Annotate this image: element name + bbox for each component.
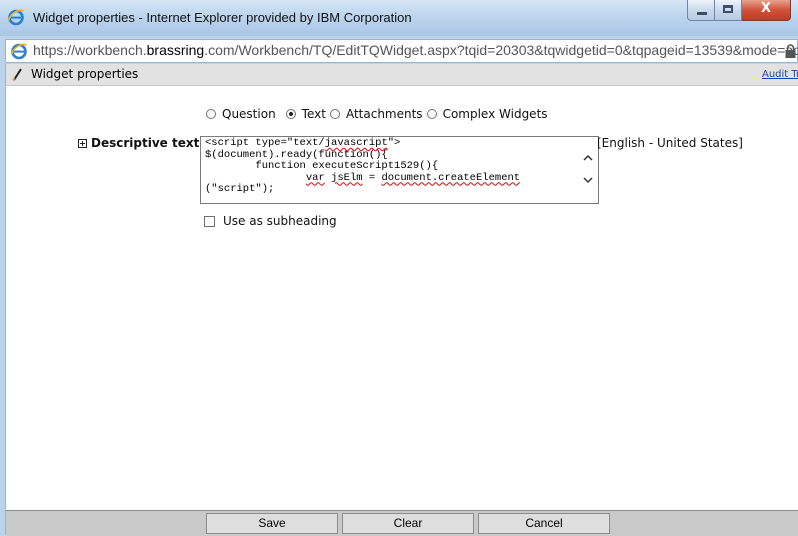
descriptive-text-input[interactable]: <script type="text/javascript"> $(documen… (200, 136, 599, 204)
maximize-icon (723, 5, 733, 13)
descriptive-text-content: <script type="text/javascript"> $(documen… (205, 137, 520, 196)
code-line: <script type="text/javascript"> (205, 137, 401, 149)
use-as-subheading[interactable]: Use as subheading (204, 214, 337, 228)
save-button[interactable]: Save (206, 513, 338, 534)
ie-logo-icon (10, 43, 27, 60)
radio-button[interactable] (206, 109, 216, 119)
window-title: Widget properties - Internet Explorer pr… (33, 10, 412, 25)
panel-title: Widget properties (31, 67, 139, 81)
descriptive-text-label-text: Descriptive text (91, 136, 200, 150)
scroll-up-icon[interactable] (582, 152, 594, 164)
audit-trail-link[interactable]: Audit Tra (762, 69, 798, 80)
url-suffix: .com/Workbench/TQ/EditTQWidget.aspx?tqid… (204, 42, 798, 58)
code-line: ("script"); (205, 183, 275, 195)
radio-label: Complex Widgets (442, 107, 548, 121)
minimize-icon (697, 12, 707, 15)
close-icon: X (760, 1, 772, 16)
expand-icon[interactable] (78, 138, 87, 148)
radio-button[interactable] (426, 109, 437, 119)
ie-logo-icon (7, 9, 24, 26)
radio-button[interactable] (329, 109, 340, 119)
url-text[interactable]: https://workbench.brassring.com/Workbenc… (33, 42, 798, 58)
radio-label: Attachments (345, 107, 423, 121)
radio-attachments[interactable]: Attachments (329, 107, 423, 121)
radio-label: Question (222, 107, 276, 121)
pencil-icon (12, 68, 22, 81)
language-indicator: [English - United States] (597, 136, 743, 150)
scroll-down-icon[interactable] (582, 174, 594, 186)
widget-properties-panel: Widget properties Audit Tra Question Tex… (5, 64, 798, 536)
url-prefix: https://workbench. (33, 42, 147, 58)
minimize-button[interactable] (687, 0, 715, 21)
url-domain: brassring (146, 42, 205, 58)
close-button[interactable]: X (742, 0, 791, 21)
maximize-button[interactable] (715, 0, 742, 21)
radio-complex-widgets[interactable]: Complex Widgets (426, 107, 548, 121)
subheading-checkbox[interactable] (204, 215, 215, 227)
radio-button-selected[interactable] (285, 109, 296, 119)
panel-header: Widget properties Audit Tra (6, 64, 798, 86)
radio-question[interactable]: Question (206, 107, 276, 121)
widget-type-radio-group: Question Text Attachments Complex Widget… (206, 107, 548, 121)
window-title-bar[interactable]: Widget properties - Internet Explorer pr… (0, 0, 798, 36)
footer-toolbar: Save Clear Cancel (6, 510, 798, 536)
radio-text[interactable]: Text (285, 107, 326, 121)
cancel-button[interactable]: Cancel (478, 513, 610, 534)
lock-icon[interactable] (785, 44, 796, 58)
address-bar[interactable]: https://workbench.brassring.com/Workbenc… (5, 39, 798, 63)
descriptive-text-label: Descriptive text (78, 136, 199, 150)
radio-label: Text (301, 107, 326, 121)
clear-button[interactable]: Clear (342, 513, 474, 534)
subheading-label: Use as subheading (223, 214, 337, 228)
